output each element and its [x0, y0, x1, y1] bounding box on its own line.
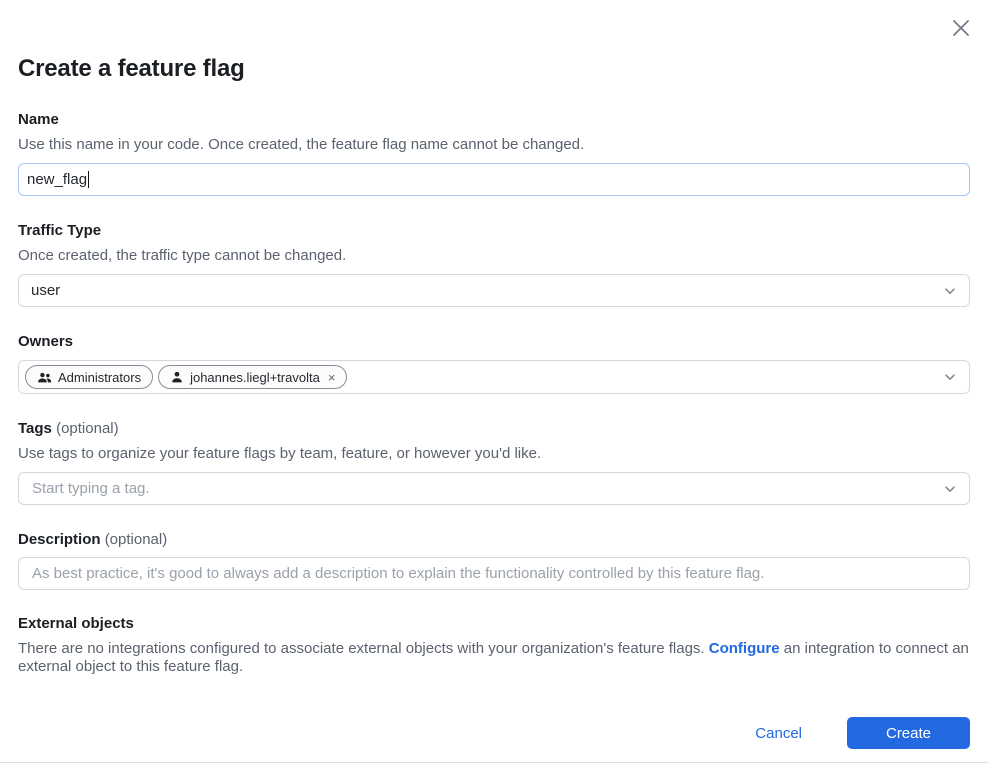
owner-chip-administrators[interactable]: Administrators — [25, 365, 153, 389]
tags-help-text: Use tags to organize your feature flags … — [18, 444, 970, 463]
tags-input[interactable] — [18, 472, 970, 505]
owners-field-group: Owners Administrators — [18, 332, 970, 394]
external-objects-text: There are no integrations configured to … — [18, 640, 970, 676]
name-label: Name — [18, 110, 970, 129]
remove-owner-icon[interactable]: × — [328, 371, 336, 384]
description-input[interactable] — [18, 557, 970, 590]
traffic-type-help-text: Once created, the traffic type cannot be… — [18, 246, 970, 265]
chevron-down-icon — [943, 370, 957, 384]
chevron-down-icon — [943, 284, 957, 298]
traffic-type-label: Traffic Type — [18, 221, 970, 240]
dialog-footer: Cancel Create — [18, 717, 970, 749]
description-optional-label: (optional) — [105, 531, 168, 548]
name-input[interactable]: new_flag — [18, 163, 970, 196]
owner-chip-label: johannes.liegl+travolta — [190, 370, 320, 385]
traffic-type-field-group: Traffic Type Once created, the traffic t… — [18, 221, 970, 307]
group-icon — [37, 370, 52, 385]
create-feature-flag-dialog: Create a feature flag Name Use this name… — [0, 0, 988, 763]
tags-optional-label: (optional) — [56, 420, 119, 437]
name-help-text: Use this name in your code. Once created… — [18, 135, 970, 154]
owner-chip-label: Administrators — [58, 370, 141, 385]
name-input-value: new_flag — [27, 171, 87, 188]
cancel-button[interactable]: Cancel — [753, 721, 804, 746]
dialog-title: Create a feature flag — [18, 54, 970, 83]
create-button[interactable]: Create — [847, 717, 970, 749]
close-icon — [950, 17, 972, 39]
description-field-group: Description (optional) — [18, 530, 970, 590]
external-objects-label: External objects — [18, 614, 970, 633]
external-objects-section: External objects There are no integratio… — [18, 614, 970, 676]
tags-label: Tags (optional) — [18, 419, 970, 438]
description-label: Description (optional) — [18, 530, 970, 549]
traffic-type-select[interactable]: user — [18, 274, 970, 307]
traffic-type-selected-value: user — [31, 282, 60, 299]
tags-field-group: Tags (optional) Use tags to organize you… — [18, 419, 970, 505]
close-button[interactable] — [948, 15, 974, 41]
user-icon — [170, 370, 184, 384]
configure-link[interactable]: Configure — [709, 640, 780, 657]
owners-select[interactable]: Administrators johannes.liegl+travolta × — [18, 360, 970, 394]
text-cursor — [88, 171, 89, 188]
name-field-group: Name Use this name in your code. Once cr… — [18, 110, 970, 196]
owners-label: Owners — [18, 332, 970, 351]
owner-chip-user[interactable]: johannes.liegl+travolta × — [158, 365, 347, 389]
